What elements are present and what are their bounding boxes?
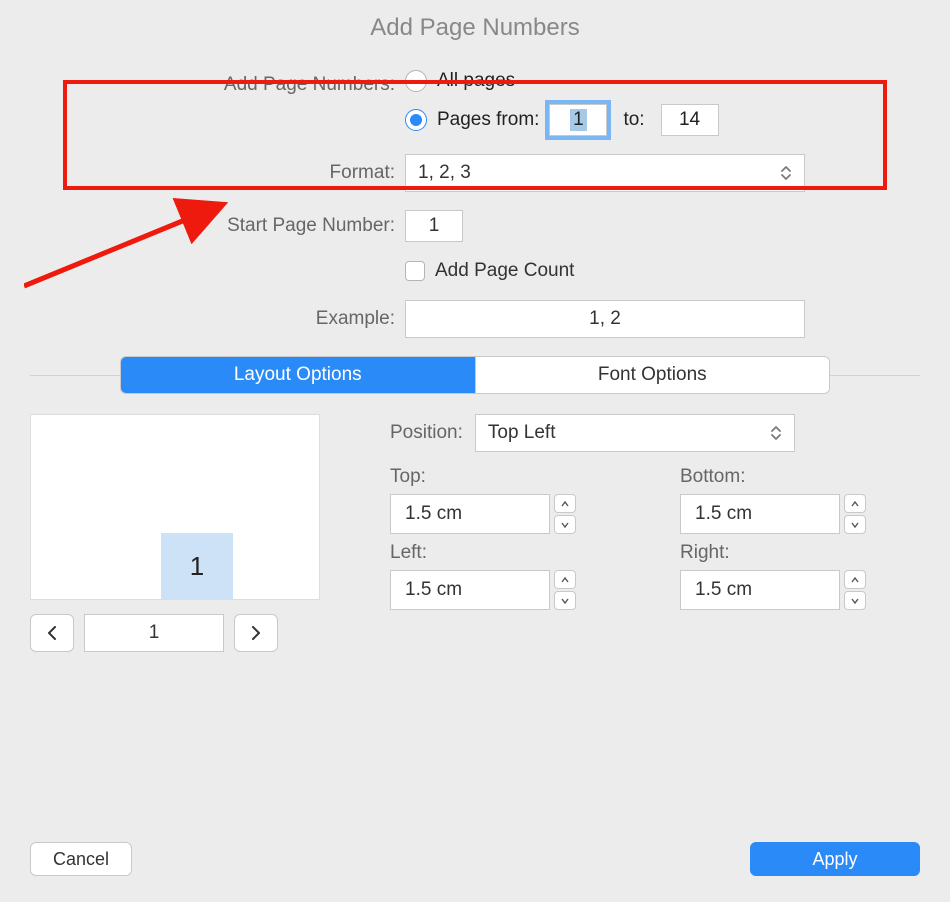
format-label: Format: bbox=[0, 162, 405, 184]
left-margin-step-up[interactable] bbox=[554, 570, 576, 589]
chevron-right-icon bbox=[251, 626, 261, 640]
example-value: 1, 2 bbox=[405, 300, 805, 338]
to-label: to: bbox=[623, 109, 644, 131]
chevron-up-icon bbox=[851, 577, 859, 583]
top-margin-input[interactable]: 1.5 cm bbox=[390, 494, 550, 534]
top-margin-label: Top: bbox=[390, 466, 630, 488]
position-select[interactable]: Top Left bbox=[475, 414, 795, 452]
chevron-updown-icon bbox=[770, 424, 782, 442]
chevron-left-icon bbox=[47, 626, 57, 640]
chevron-down-icon bbox=[561, 522, 569, 528]
chevron-up-icon bbox=[851, 501, 859, 507]
chevron-down-icon bbox=[561, 598, 569, 604]
left-margin-input[interactable]: 1.5 cm bbox=[390, 570, 550, 610]
start-page-label: Start Page Number: bbox=[0, 215, 405, 237]
bottom-margin-step-up[interactable] bbox=[844, 494, 866, 513]
chevron-updown-icon bbox=[780, 164, 792, 182]
left-margin-label: Left: bbox=[390, 542, 630, 564]
bottom-margin-step-down[interactable] bbox=[844, 515, 866, 534]
pages-from-label: Pages from: bbox=[437, 109, 539, 131]
pages-from-radio[interactable] bbox=[405, 109, 427, 131]
divider-left bbox=[30, 375, 120, 376]
chevron-down-icon bbox=[851, 598, 859, 604]
tab-layout-options[interactable]: Layout Options bbox=[121, 357, 476, 393]
cancel-button[interactable]: Cancel bbox=[30, 842, 132, 876]
preview-page-input[interactable]: 1 bbox=[84, 614, 224, 652]
preview-marker: 1 bbox=[161, 533, 233, 599]
divider-right bbox=[830, 375, 920, 376]
format-select[interactable]: 1, 2, 3 bbox=[405, 154, 805, 192]
all-pages-radio[interactable] bbox=[405, 70, 427, 92]
dialog-title: Add Page Numbers bbox=[0, 0, 950, 64]
chevron-down-icon bbox=[851, 522, 859, 528]
start-page-input[interactable]: 1 bbox=[405, 210, 463, 242]
left-margin-step-down[interactable] bbox=[554, 591, 576, 610]
tab-font-options[interactable]: Font Options bbox=[476, 357, 830, 393]
right-margin-step-down[interactable] bbox=[844, 591, 866, 610]
chevron-up-icon bbox=[561, 577, 569, 583]
next-page-button[interactable] bbox=[234, 614, 278, 652]
top-margin-step-up[interactable] bbox=[554, 494, 576, 513]
position-label: Position: bbox=[390, 422, 463, 444]
right-margin-label: Right: bbox=[680, 542, 920, 564]
format-value: 1, 2, 3 bbox=[418, 162, 471, 184]
right-margin-step-up[interactable] bbox=[844, 570, 866, 589]
right-margin-input[interactable]: 1.5 cm bbox=[680, 570, 840, 610]
page-preview: 1 bbox=[30, 414, 320, 600]
pages-from-input[interactable]: 1 bbox=[549, 104, 607, 136]
all-pages-label: All pages bbox=[437, 70, 515, 92]
example-label: Example: bbox=[0, 308, 405, 330]
apply-button[interactable]: Apply bbox=[750, 842, 920, 876]
bottom-margin-input[interactable]: 1.5 cm bbox=[680, 494, 840, 534]
top-margin-step-down[interactable] bbox=[554, 515, 576, 534]
chevron-up-icon bbox=[561, 501, 569, 507]
add-page-count-checkbox[interactable] bbox=[405, 261, 425, 281]
add-page-numbers-label: Add Page Numbers: bbox=[0, 70, 405, 96]
position-value: Top Left bbox=[488, 422, 556, 444]
pages-to-input[interactable]: 14 bbox=[661, 104, 719, 136]
add-page-count-label: Add Page Count bbox=[435, 260, 574, 282]
prev-page-button[interactable] bbox=[30, 614, 74, 652]
bottom-margin-label: Bottom: bbox=[680, 466, 920, 488]
